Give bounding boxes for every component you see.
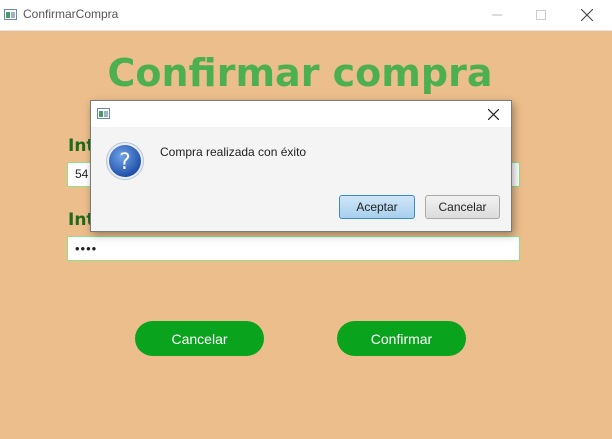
confirm-button[interactable]: Confirmar: [337, 321, 466, 356]
minimize-icon: [492, 14, 502, 16]
minimize-button[interactable]: [474, 0, 520, 30]
accept-button[interactable]: Aceptar: [339, 195, 415, 219]
app-window: ConfirmarCompra Confirmar compra Int 54 …: [0, 0, 612, 439]
dialog-app-icon: [97, 108, 110, 119]
app-icon: [4, 9, 17, 20]
dialog-title-bar: [91, 101, 511, 127]
close-icon: [487, 108, 499, 120]
close-icon: [581, 9, 593, 21]
alert-dialog: ? Compra realizada con éxito Aceptar Can…: [90, 100, 512, 232]
maximize-icon: [536, 10, 546, 20]
page-title: Confirmar compra: [107, 51, 493, 95]
window-title: ConfirmarCompra: [23, 7, 119, 21]
svg-text:?: ?: [119, 150, 131, 175]
question-icon: ?: [106, 142, 144, 180]
title-bar: ConfirmarCompra: [0, 0, 612, 31]
cancel-button[interactable]: Cancelar: [135, 321, 264, 356]
close-button[interactable]: [564, 0, 610, 30]
dialog-close-button[interactable]: [475, 101, 511, 127]
maximize-button[interactable]: [518, 0, 564, 30]
dialog-cancel-button[interactable]: Cancelar: [425, 195, 500, 219]
password-field[interactable]: ••••: [67, 236, 520, 261]
main-panel: Confirmar compra Int 54 Int •••• Cancela…: [0, 31, 612, 439]
dialog-message: Compra realizada con éxito: [160, 145, 307, 159]
